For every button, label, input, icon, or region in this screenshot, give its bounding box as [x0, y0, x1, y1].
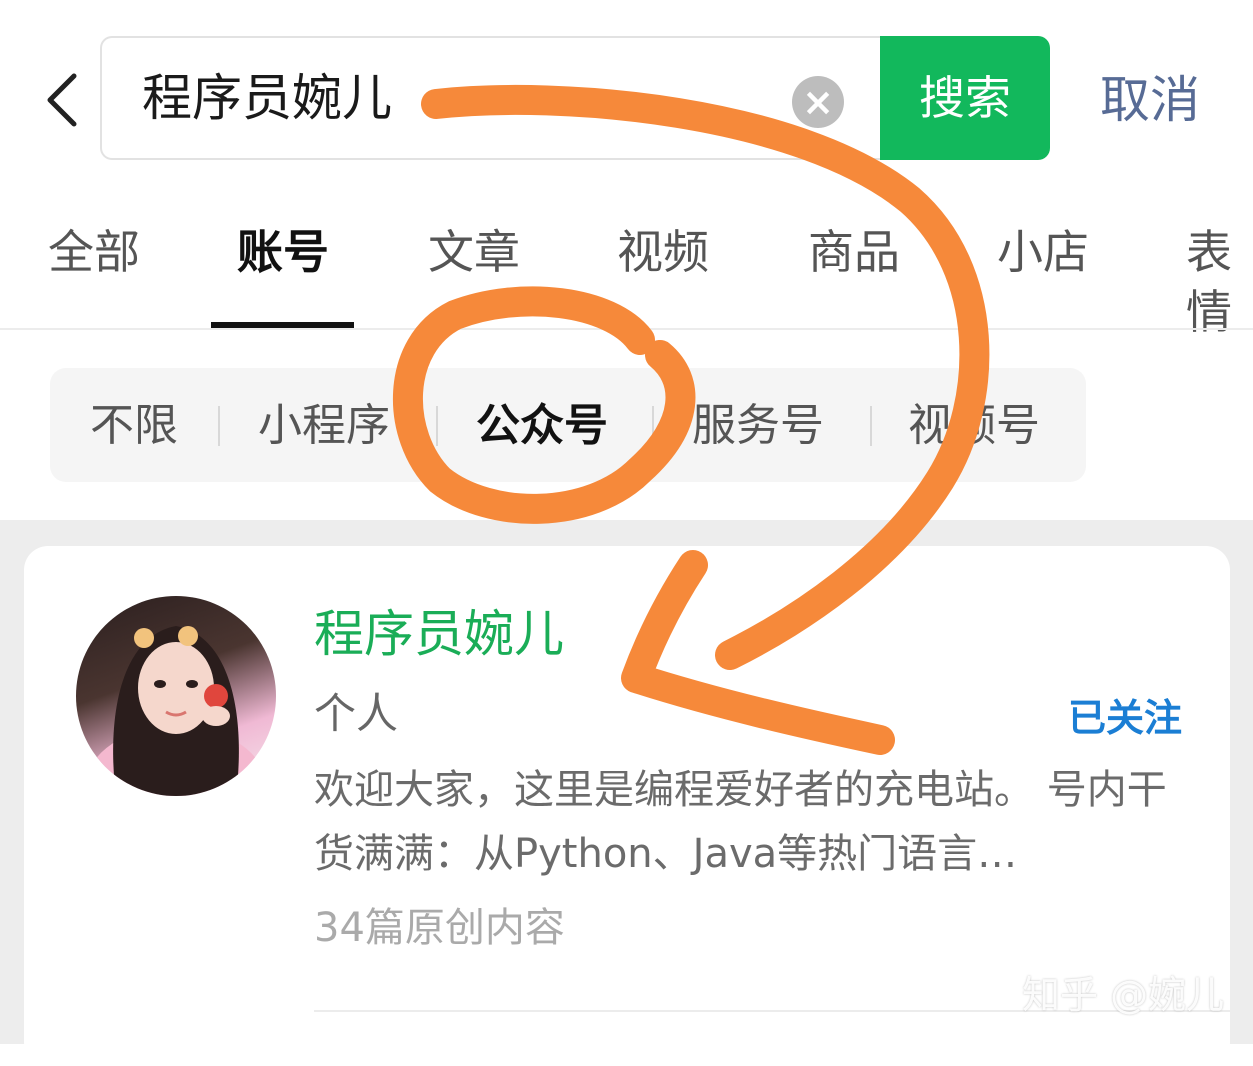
filter-mini-program[interactable]: 小程序 [258, 398, 390, 454]
tab-products[interactable]: 商品 [808, 222, 900, 282]
filter-separator [218, 406, 220, 446]
account-type-filter: 不限 小程序 公众号 服务号 视频号 [50, 368, 1086, 482]
filter-separator [870, 406, 872, 446]
tab-shops[interactable]: 小店 [997, 222, 1089, 282]
filter-separator [652, 406, 654, 446]
back-button[interactable] [40, 68, 90, 132]
watermark: 知乎 @婉儿 [1022, 973, 1225, 1017]
cancel-button[interactable]: 取消 [1100, 66, 1200, 134]
account-name[interactable]: 程序员婉儿 [314, 602, 564, 666]
tab-stickers[interactable]: 表情 [1186, 222, 1253, 342]
account-description: 欢迎大家，这里是编程爱好者的充电站。 号内干货满满：从Python、Java等热… [314, 767, 1167, 877]
original-content-count: 34篇原创内容 [314, 905, 565, 951]
search-input[interactable]: 程序员婉儿 × [100, 36, 880, 160]
avatar[interactable] [76, 596, 276, 796]
follow-status[interactable]: 已关注 [1068, 692, 1182, 744]
search-value[interactable]: 程序员婉儿 [142, 66, 392, 130]
search-button[interactable]: 搜索 [880, 36, 1050, 160]
avatar-photo [86, 626, 266, 796]
chevron-left-icon [47, 73, 77, 127]
filter-separator [436, 406, 438, 446]
tab-articles[interactable]: 文章 [428, 222, 520, 282]
filter-channels[interactable]: 视频号 [908, 398, 1040, 454]
filter-unlimited[interactable]: 不限 [90, 398, 178, 454]
filter-official-account[interactable]: 公众号 [476, 398, 608, 454]
clear-icon[interactable]: × [792, 76, 844, 128]
account-type: 个人 [314, 689, 399, 738]
tab-videos[interactable]: 视频 [617, 222, 709, 282]
tabs-divider [0, 328, 1253, 330]
tab-accounts[interactable]: 账号 [237, 222, 329, 282]
tab-all[interactable]: 全部 [48, 222, 140, 282]
filter-service-account[interactable]: 服务号 [692, 398, 824, 454]
